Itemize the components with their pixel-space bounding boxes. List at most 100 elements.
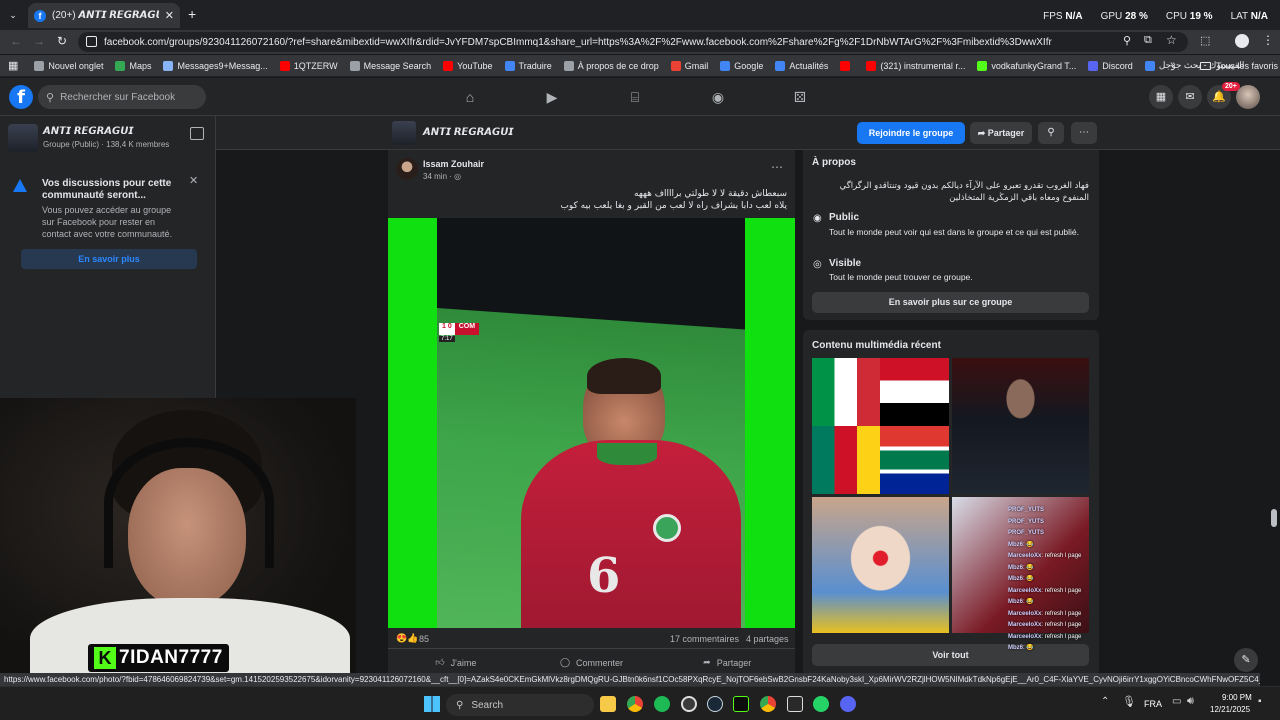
sidebar-toggle-icon[interactable]: [190, 127, 204, 140]
bookmark-item[interactable]: Maps: [109, 55, 157, 77]
windows-start-icon[interactable]: [424, 696, 440, 712]
messenger-app-icon[interactable]: [840, 696, 856, 712]
tray-overflow-icon[interactable]: ⌃: [1101, 696, 1109, 707]
nav-marketplace-icon[interactable]: ⌸: [626, 88, 644, 106]
chat-username: MarceeloXx: [1008, 610, 1042, 617]
bookmark-item[interactable]: Nouvel onglet: [28, 55, 109, 77]
kick-channel-badge: K 7IDAN7777: [88, 644, 229, 672]
bookmark-item[interactable]: Google: [714, 55, 769, 77]
bookmark-item[interactable]: Gmail: [665, 55, 715, 77]
chat-message: PROF_YUTS: [1008, 528, 1092, 540]
network-icon[interactable]: ▭: [1172, 696, 1181, 707]
windows-taskbar: ⚲ Search ⌃ 🎙︎ FRA ▭ 🔊︎ 9:00 PM 12/21/202…: [0, 686, 1280, 720]
reactions-count[interactable]: 85: [419, 634, 429, 644]
group-name[interactable]: 𝘼𝙉𝙏𝙄 𝙍𝙀𝙂𝙍𝘼𝙂𝙐𝙄: [43, 126, 133, 137]
bookmark-item[interactable]: (321) instrumental r...: [860, 55, 971, 77]
spotify-icon[interactable]: [654, 696, 670, 712]
group-avatar[interactable]: [8, 124, 38, 152]
page-scrollbar[interactable]: [1271, 509, 1277, 527]
nav-gaming-icon[interactable]: ⚄: [791, 88, 809, 106]
post-actions: 👍︎ J'aime ◯ Commenter ➦ Partager: [388, 648, 795, 676]
bookmark-item[interactable]: À propos de ce drop: [558, 55, 665, 77]
media-thumb-coach[interactable]: [952, 358, 1089, 494]
account-avatar[interactable]: [1236, 85, 1260, 109]
facebook-search-input[interactable]: ⚲ Rechercher sur Facebook: [38, 85, 206, 109]
gpu-label: GPU: [1100, 11, 1123, 22]
file-explorer-icon[interactable]: [600, 696, 616, 712]
group-bar-avatar[interactable]: [392, 121, 416, 145]
share-button[interactable]: ➦ Partager: [659, 649, 795, 676]
discord-icon[interactable]: [813, 696, 829, 712]
url-input[interactable]: facebook.com/groups/923041126072160/?ref…: [78, 32, 1188, 52]
post-author-avatar[interactable]: [396, 158, 418, 180]
bookmarks-overflow-icon[interactable]: »: [1170, 59, 1176, 70]
bookmark-item[interactable]: 1QTZERW: [274, 55, 344, 77]
apps-grid-icon[interactable]: ▦: [8, 59, 18, 72]
bookmark-item[interactable]: [834, 55, 860, 77]
facebook-logo-icon[interactable]: f: [9, 85, 33, 109]
learn-more-group-button[interactable]: En savoir plus sur ce groupe: [812, 292, 1089, 313]
chrome-icon[interactable]: [627, 696, 643, 712]
all-bookmarks-folder[interactable]: Tous les favoris: [1200, 55, 1278, 77]
close-tab-icon[interactable]: ✕: [165, 9, 174, 22]
group-more-button[interactable]: ⋯: [1071, 122, 1097, 144]
chrome-alt-icon[interactable]: [760, 696, 776, 712]
forward-icon[interactable]: →: [33, 34, 45, 48]
group-bar-name[interactable]: 𝘼𝙉𝙏𝙄 𝙍𝙀𝙂𝙍𝘼𝙂𝙐𝙄: [423, 127, 513, 138]
terminal-icon[interactable]: [733, 696, 749, 712]
post-options-icon[interactable]: ⋯: [771, 160, 783, 174]
notification-center-icon[interactable]: ▪: [1258, 696, 1262, 707]
chat-message: MarceeloXx: refresh l page: [1008, 586, 1092, 598]
bookmark-item[interactable]: vodkafunkyGrand T...: [971, 55, 1082, 77]
notice-text: Vous pouvez accéder au groupe sur Facebo…: [42, 205, 173, 239]
bookmark-star-icon[interactable]: ☆: [1166, 33, 1177, 47]
obs-icon[interactable]: [681, 696, 697, 712]
back-icon[interactable]: ←: [10, 34, 22, 48]
browser-menu-icon[interactable]: ⋮: [1262, 33, 1274, 47]
extensions-icon[interactable]: ⬚: [1200, 34, 1210, 47]
microphone-icon[interactable]: 🎙︎: [1122, 695, 1136, 708]
clock-time[interactable]: 9:00 PM: [1222, 693, 1252, 702]
clock-date[interactable]: 12/21/2025: [1210, 705, 1250, 714]
tab-list-icon[interactable]: ⌄: [6, 8, 20, 22]
nav-video-icon[interactable]: ▶: [543, 88, 561, 106]
join-group-button[interactable]: Rejoindre le groupe: [857, 122, 965, 144]
messenger-button[interactable]: ✉: [1178, 85, 1202, 109]
steam-icon[interactable]: [707, 696, 723, 712]
new-tab-icon[interactable]: +: [188, 6, 196, 22]
post-author[interactable]: Issam Zouhair: [423, 159, 484, 169]
post-timestamp[interactable]: 34 min · ◎: [423, 172, 461, 181]
bookmark-item[interactable]: Discord: [1082, 55, 1139, 77]
site-info-icon[interactable]: [86, 36, 97, 47]
install-icon[interactable]: ⧉: [1144, 34, 1152, 47]
taskbar-search[interactable]: ⚲ Search: [446, 694, 594, 716]
bookmark-item[interactable]: YouTube: [437, 55, 498, 77]
comments-count[interactable]: 17 commentaires: [670, 634, 739, 644]
bookmark-item[interactable]: Message Search: [344, 55, 438, 77]
compose-icon[interactable]: ✎: [1234, 648, 1258, 672]
nav-home-icon[interactable]: ⌂: [461, 88, 479, 106]
bookmark-item[interactable]: Actualités: [769, 55, 834, 77]
learn-more-button[interactable]: En savoir plus: [21, 249, 197, 269]
bookmark-item[interactable]: Traduire: [499, 55, 558, 77]
share-group-button[interactable]: ➦ Partager: [970, 122, 1032, 144]
profile-icon[interactable]: [1235, 34, 1249, 48]
media-thumb-clown[interactable]: [812, 497, 949, 633]
epic-games-icon[interactable]: [787, 696, 803, 712]
volume-icon[interactable]: 🔊︎: [1187, 695, 1194, 708]
group-search-button[interactable]: ⚲: [1038, 122, 1064, 144]
like-button[interactable]: 👍︎ J'aime: [388, 649, 524, 676]
comment-button[interactable]: ◯ Commenter: [524, 649, 660, 676]
reload-icon[interactable]: ↻: [57, 34, 67, 48]
zoom-icon[interactable]: ⚲: [1123, 34, 1131, 47]
post-media[interactable]: 1 0 COM 7:17 6: [388, 218, 795, 628]
browser-tab-active[interactable]: f (20+) 𝘼𝙉𝙏𝙄 𝙍𝙀𝙂𝙍𝘼𝙂𝙐𝙄 | Faceb ✕: [28, 3, 180, 28]
nav-groups-icon[interactable]: ◉: [709, 88, 727, 106]
bookmark-item[interactable]: Messages9+Messag...: [157, 55, 273, 77]
close-notice-icon[interactable]: ✕: [189, 174, 198, 187]
media-thumb-flags[interactable]: [812, 358, 949, 494]
shares-count[interactable]: 4 partages: [746, 634, 789, 644]
reaction-icons[interactable]: 😍👍: [396, 633, 418, 644]
language-indicator[interactable]: FRA: [1144, 699, 1162, 709]
menu-grid-button[interactable]: ▦: [1149, 85, 1173, 109]
